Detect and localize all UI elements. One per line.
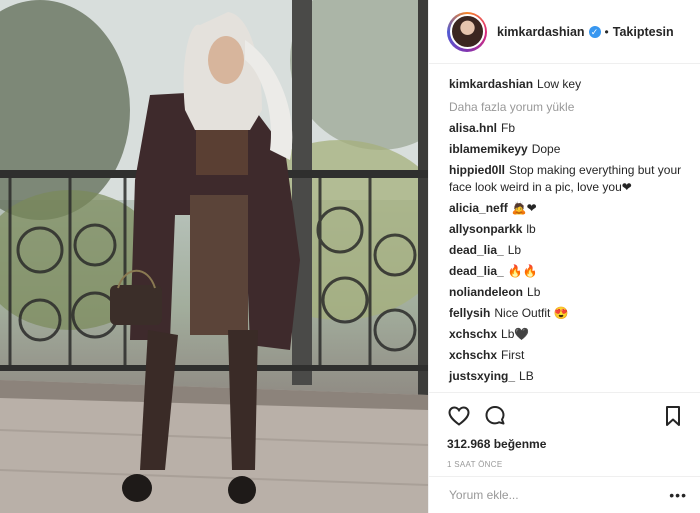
photo-illustration (0, 0, 428, 513)
comment-text: Fb (501, 121, 516, 135)
caption: kimkardashian Low key (449, 76, 685, 93)
comment-user[interactable]: justsxying_ (449, 369, 515, 383)
likes-count[interactable]: 312.968 beğenme (447, 437, 685, 451)
verified-badge-icon: ✓ (588, 25, 601, 38)
avatar[interactable] (447, 11, 487, 52)
post-photo[interactable] (0, 0, 428, 513)
comment-item: noliandeleon Lb (449, 284, 685, 301)
comment-user[interactable]: dead_lia_ (449, 264, 504, 278)
avatar-image (449, 14, 485, 49)
comment-text: Nice Outfit 😍 (494, 306, 569, 320)
comment-item: xchschx Lb🖤 (449, 326, 685, 343)
comment-user[interactable]: iblamemikeyy (449, 142, 528, 156)
add-comment-bar: ••• (429, 476, 700, 513)
comment-item: justsxying_ LB (449, 368, 685, 385)
heart-outline-icon[interactable] (447, 404, 471, 428)
comment-text: 🙇❤ (511, 201, 537, 215)
follow-status-button[interactable]: Takiptesin (613, 25, 674, 39)
comment-item: xchschx First (449, 347, 685, 364)
comment-user[interactable]: noliandeleon (449, 285, 523, 299)
comment-item: allysonparkk lb (449, 221, 685, 238)
comment-user[interactable]: dead_lia_ (449, 243, 504, 257)
comment-text: 🔥🔥 (507, 264, 538, 278)
comment-user[interactable]: hippied0ll (449, 163, 505, 177)
comment-text: Dope (531, 142, 561, 156)
comment-text: Lb (507, 243, 522, 257)
comment-item: alicia_neff 🙇❤ (449, 200, 685, 217)
comment-user[interactable]: alicia_neff (449, 201, 508, 215)
comment-item: alisa.hnl Fb (449, 120, 685, 137)
caption-user[interactable]: kimkardashian (449, 77, 533, 91)
author-username[interactable]: kimkardashian (497, 25, 585, 39)
comment-text: Lb (527, 285, 541, 299)
comment-text: LB (519, 369, 534, 383)
comment-item: fellysih Nice Outfit 😍 (449, 305, 685, 322)
comment-input[interactable] (449, 488, 670, 502)
speech-bubble-icon[interactable] (483, 404, 507, 428)
comment-item: iblamemikeyy Dope (449, 141, 685, 158)
comment-item: dead_lia_ Lb (449, 242, 685, 259)
post-header: kimkardashian ✓ • Takiptesin (429, 0, 700, 64)
more-options-icon[interactable]: ••• (669, 487, 687, 503)
post-timestamp: 1 SAAT ÖNCE (447, 460, 503, 469)
comment-user[interactable]: fellysih (449, 306, 490, 320)
comment-text: lb (526, 222, 536, 236)
caption-text: Low key (537, 77, 582, 91)
comment-user[interactable]: xchschx (449, 348, 497, 362)
action-icons (447, 403, 685, 429)
comment-user[interactable]: xchschx (449, 327, 497, 341)
separator-dot: • (604, 24, 609, 39)
comments-list[interactable]: kimkardashian Low key Daha fazla yorum yü… (429, 64, 700, 392)
post-sidebar: kimkardashian ✓ • Takiptesin kimkardashi… (428, 0, 700, 513)
post-actions: 312.968 beğenme 1 SAAT ÖNCE (429, 392, 700, 476)
bookmark-icon[interactable] (661, 404, 685, 428)
comment-text: First (501, 348, 525, 362)
comment-user[interactable]: allysonparkk (449, 222, 522, 236)
comment-user[interactable]: alisa.hnl (449, 121, 497, 135)
comment-item: dead_lia_ 🔥🔥 (449, 263, 685, 280)
load-more-comments-button[interactable]: Daha fazla yorum yükle (449, 100, 685, 114)
comment-item: hippied0ll Stop making everything but you… (449, 162, 685, 196)
comment-text: Lb🖤 (501, 327, 530, 341)
